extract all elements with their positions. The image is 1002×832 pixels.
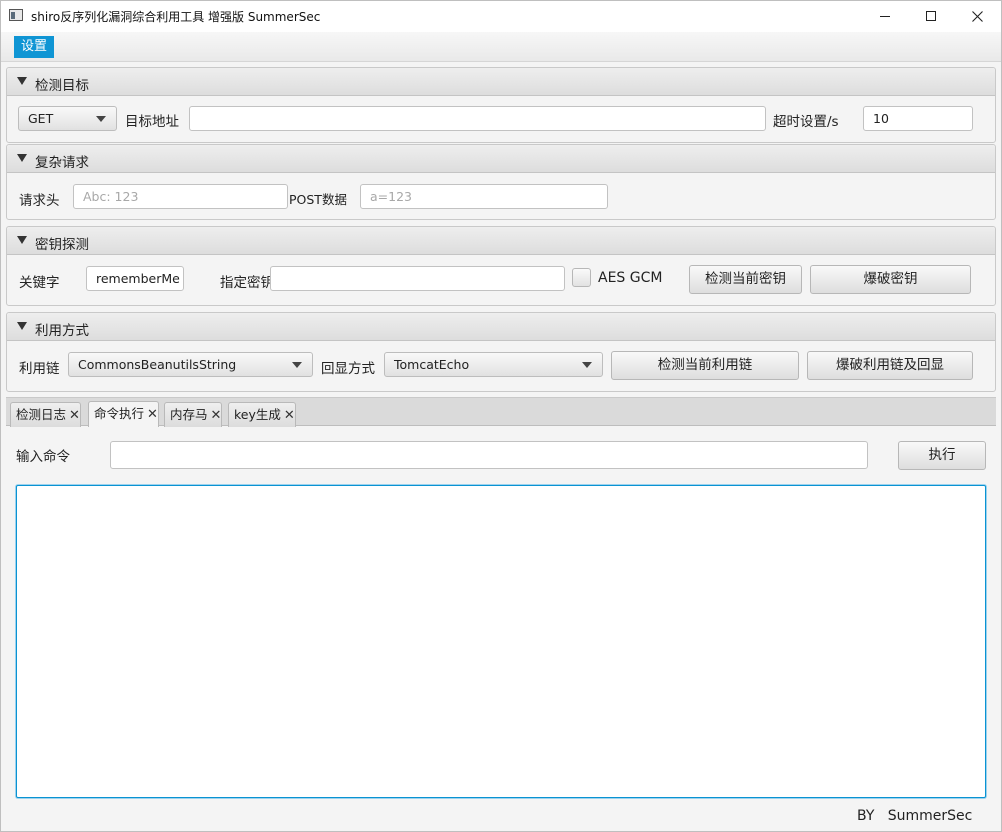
method-select[interactable]: GET <box>18 106 117 131</box>
request-pane-title: 复杂请求 <box>35 155 89 171</box>
tab-keygen[interactable]: key生成 ✕ <box>228 402 296 427</box>
key-pane-header[interactable]: 密钥探测 <box>7 227 995 255</box>
footer-credit: BY SummerSec <box>857 808 972 824</box>
tab-label: 检测日志 <box>16 407 67 422</box>
specified-key-label: 指定密钥 <box>220 275 274 291</box>
minimize-button[interactable] <box>862 0 908 32</box>
tab-memshell[interactable]: 内存马 ✕ <box>164 402 223 427</box>
target-pane: 检测目标 GET 目标地址 超时设置/s 10 <box>6 67 996 143</box>
detect-key-button[interactable]: 检测当前密钥 <box>689 265 802 294</box>
aes-gcm-checkbox[interactable] <box>572 268 591 287</box>
tab-log[interactable]: 检测日志 ✕ <box>10 402 81 427</box>
window-title: shiro反序列化漏洞综合利用工具 增强版 SummerSec <box>31 10 321 24</box>
command-output[interactable] <box>16 485 986 798</box>
key-pane-title: 密钥探测 <box>35 237 89 253</box>
specified-key-input[interactable] <box>270 266 565 291</box>
collapse-arrow-icon <box>17 322 27 330</box>
target-url-input[interactable] <box>189 106 766 131</box>
chevron-down-icon <box>582 362 592 368</box>
maximize-icon <box>926 11 936 21</box>
close-icon[interactable]: ✕ <box>69 404 80 427</box>
execute-button[interactable]: 执行 <box>898 441 986 470</box>
post-data-input[interactable]: a=123 <box>360 184 608 209</box>
brute-key-button[interactable]: 爆破密钥 <box>810 265 971 294</box>
request-pane-header[interactable]: 复杂请求 <box>7 145 995 173</box>
timeout-label: 超时设置/s <box>773 114 839 130</box>
exploit-pane: 利用方式 利用链 CommonsBeanutilsString 回显方式 Tom… <box>6 312 996 392</box>
echo-value: TomcatEcho <box>394 357 470 372</box>
tab-label: 命令执行 <box>94 406 145 421</box>
post-data-label: POST数据 <box>289 192 347 207</box>
collapse-arrow-icon <box>17 154 27 162</box>
tab-label: key生成 <box>234 407 281 422</box>
minimize-icon <box>880 15 890 17</box>
chevron-down-icon <box>96 116 106 122</box>
close-icon[interactable]: ✕ <box>211 404 222 427</box>
timeout-input[interactable]: 10 <box>863 106 973 131</box>
collapse-arrow-icon <box>17 236 27 244</box>
aes-gcm-label: AES GCM <box>598 270 663 286</box>
chain-select[interactable]: CommonsBeanutilsString <box>68 352 313 377</box>
chain-label: 利用链 <box>19 361 60 377</box>
target-pane-header[interactable]: 检测目标 <box>7 68 995 96</box>
brute-chain-button[interactable]: 爆破利用链及回显 <box>807 351 973 380</box>
close-icon <box>971 10 983 22</box>
command-input-label: 输入命令 <box>16 449 70 465</box>
target-pane-title: 检测目标 <box>35 78 89 94</box>
maximize-button[interactable] <box>908 0 954 32</box>
app-icon <box>9 9 23 21</box>
keyword-label: 关键字 <box>19 275 60 291</box>
request-header-input[interactable]: Abc: 123 <box>73 184 288 209</box>
keyword-input[interactable]: rememberMe <box>86 266 184 291</box>
menu-bar: 设置 <box>0 32 1002 62</box>
menu-settings[interactable]: 设置 <box>14 36 55 58</box>
echo-label: 回显方式 <box>321 361 375 377</box>
echo-select[interactable]: TomcatEcho <box>384 352 603 377</box>
method-value: GET <box>28 111 54 126</box>
key-pane: 密钥探测 关键字 rememberMe 指定密钥 AES GCM 检测当前密钥 … <box>6 226 996 306</box>
header-label: 请求头 <box>19 193 60 209</box>
tab-label: 内存马 <box>170 407 208 422</box>
footer-text: BY SummerSec <box>857 808 973 824</box>
url-label: 目标地址 <box>125 114 179 130</box>
title-bar: shiro反序列化漏洞综合利用工具 增强版 SummerSec <box>0 0 1002 32</box>
exploit-pane-title: 利用方式 <box>35 323 89 339</box>
chain-value: CommonsBeanutilsString <box>78 357 237 372</box>
tab-command[interactable]: 命令执行 ✕ <box>88 401 159 427</box>
request-pane: 复杂请求 请求头 Abc: 123 POST数据 a=123 <box>6 144 996 220</box>
close-button[interactable] <box>954 0 1000 32</box>
chevron-down-icon <box>292 362 302 368</box>
command-input[interactable] <box>110 441 868 469</box>
detect-chain-button[interactable]: 检测当前利用链 <box>611 351 799 380</box>
exploit-pane-header[interactable]: 利用方式 <box>7 313 995 341</box>
close-icon[interactable]: ✕ <box>147 403 158 426</box>
collapse-arrow-icon <box>17 77 27 85</box>
close-icon[interactable]: ✕ <box>284 404 295 427</box>
tab-strip: 检测日志 ✕ 命令执行 ✕ 内存马 ✕ key生成 ✕ <box>6 397 996 427</box>
